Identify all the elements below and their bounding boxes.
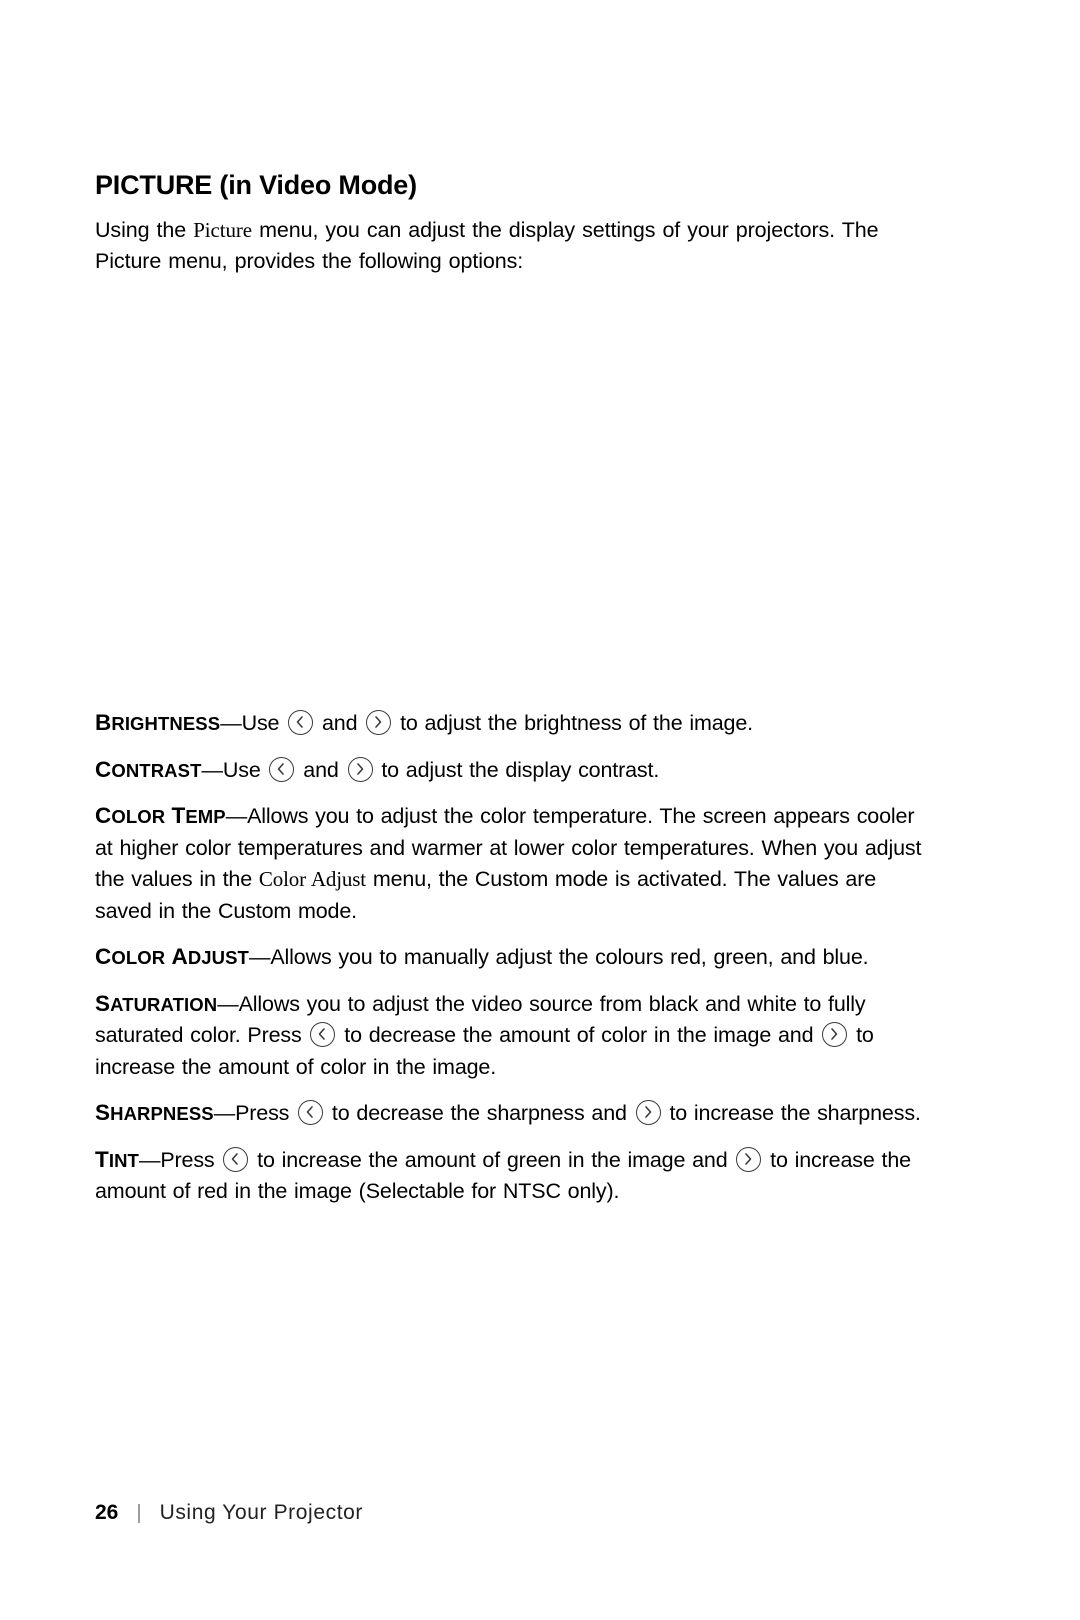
option-tint: TINT—Press to increase the amount of gre… [95,1144,925,1208]
term-initial: T [95,1146,109,1172]
option-term-contrast: CONTRAST [95,756,202,782]
option-color-temp: COLOR TEMP—Allows you to adjust the colo… [95,800,925,927]
page-number: 26 [95,1501,119,1524]
intro-paragraph: Using the Picture menu, you can adjust t… [95,215,925,277]
right-arrow-key-icon [736,1146,762,1172]
footer-section-label: Using Your Projector [159,1501,364,1524]
em-dash: — [217,991,239,1016]
term-rest: ONTRAST [111,759,202,781]
term-initial: C [95,944,112,969]
option-text: to increase the sharpness. [662,1101,921,1125]
right-arrow-key-icon [822,1022,848,1047]
term-rest: OLOR [111,806,172,827]
illustration-placeholder [95,287,925,707]
option-text: to adjust the brightness of the image. [393,711,753,735]
option-color-adjust: COLOR ADJUST—Allows you to manually adju… [95,941,925,974]
right-arrow-key-icon [635,1100,661,1125]
term-rest: OLOR [111,947,172,968]
option-brightness: BRIGHTNESS—Use and to adjust the brightn… [95,707,925,740]
term-rest-2: DJUST [187,947,249,968]
term-initial-2: A [171,944,188,969]
em-dash: — [220,711,242,735]
page-title: PICTURE (in Video Mode) [95,170,417,200]
option-saturation: SATURATION—Allows you to adjust the vide… [95,988,925,1084]
option-text: to decrease the amount of color in the i… [337,1023,821,1047]
option-text: to increase the amount of green in the i… [250,1147,735,1172]
em-dash: — [138,1147,161,1172]
term-initial: S [95,1100,111,1125]
term-initial-2: T [171,803,186,828]
em-dash: — [213,1101,236,1125]
term-rest: RIGHTNESS [111,713,221,734]
term-rest: HARPNESS [110,1103,214,1124]
option-term-color-adjust: COLOR ADJUST [95,944,249,969]
term-rest-2: EMP [185,806,226,827]
term-initial: B [95,710,112,735]
page-footer: 26 | Using Your Projector [95,1501,925,1525]
option-text: Use [241,711,287,735]
left-arrow-key-icon [223,1146,249,1172]
option-text: to decrease the sharpness and [325,1101,634,1125]
left-arrow-key-icon [298,1100,324,1125]
option-term-saturation: SATURATION [95,990,218,1016]
page-content: PICTURE (in Video Mode) Using the Pictur… [95,170,925,1222]
option-text: Use [222,757,268,782]
left-arrow-key-icon [310,1022,336,1047]
menu-name-color-adjust: Color Adjust [258,867,366,891]
option-text: Allows you to manually adjust the colour… [270,945,869,969]
left-arrow-key-icon [269,756,295,782]
term-rest: INT [108,1149,139,1171]
term-initial: C [95,756,112,782]
left-arrow-key-icon [288,710,314,735]
term-initial: C [95,803,112,828]
right-arrow-key-icon [347,756,373,782]
option-text: Press [235,1101,297,1125]
menu-name-picture: Picture [193,218,252,242]
option-contrast: CONTRAST—Use and to adjust the display c… [95,754,925,787]
intro-text-lead: Using the [95,218,194,242]
option-text: and [296,757,346,782]
footer-separator: | [136,1502,142,1524]
option-term-sharpness: SHARPNESS [95,1100,214,1125]
term-initial: S [95,990,111,1016]
right-arrow-key-icon [366,710,392,735]
option-term-color-temp: COLOR TEMP [95,803,226,828]
term-rest: ATURATION [110,993,218,1015]
em-dash: — [201,757,223,782]
option-text: to adjust the display contrast. [374,757,660,782]
em-dash: — [248,945,271,969]
document-page: PICTURE (in Video Mode) Using the Pictur… [0,0,1080,1620]
option-term-brightness: BRIGHTNESS [95,710,221,735]
option-text: Press [160,1147,222,1172]
option-term-tint: TINT [95,1146,139,1172]
option-text: and [315,711,365,735]
option-sharpness: SHARPNESS—Press to decrease the sharpnes… [95,1097,925,1130]
em-dash: — [225,804,248,828]
